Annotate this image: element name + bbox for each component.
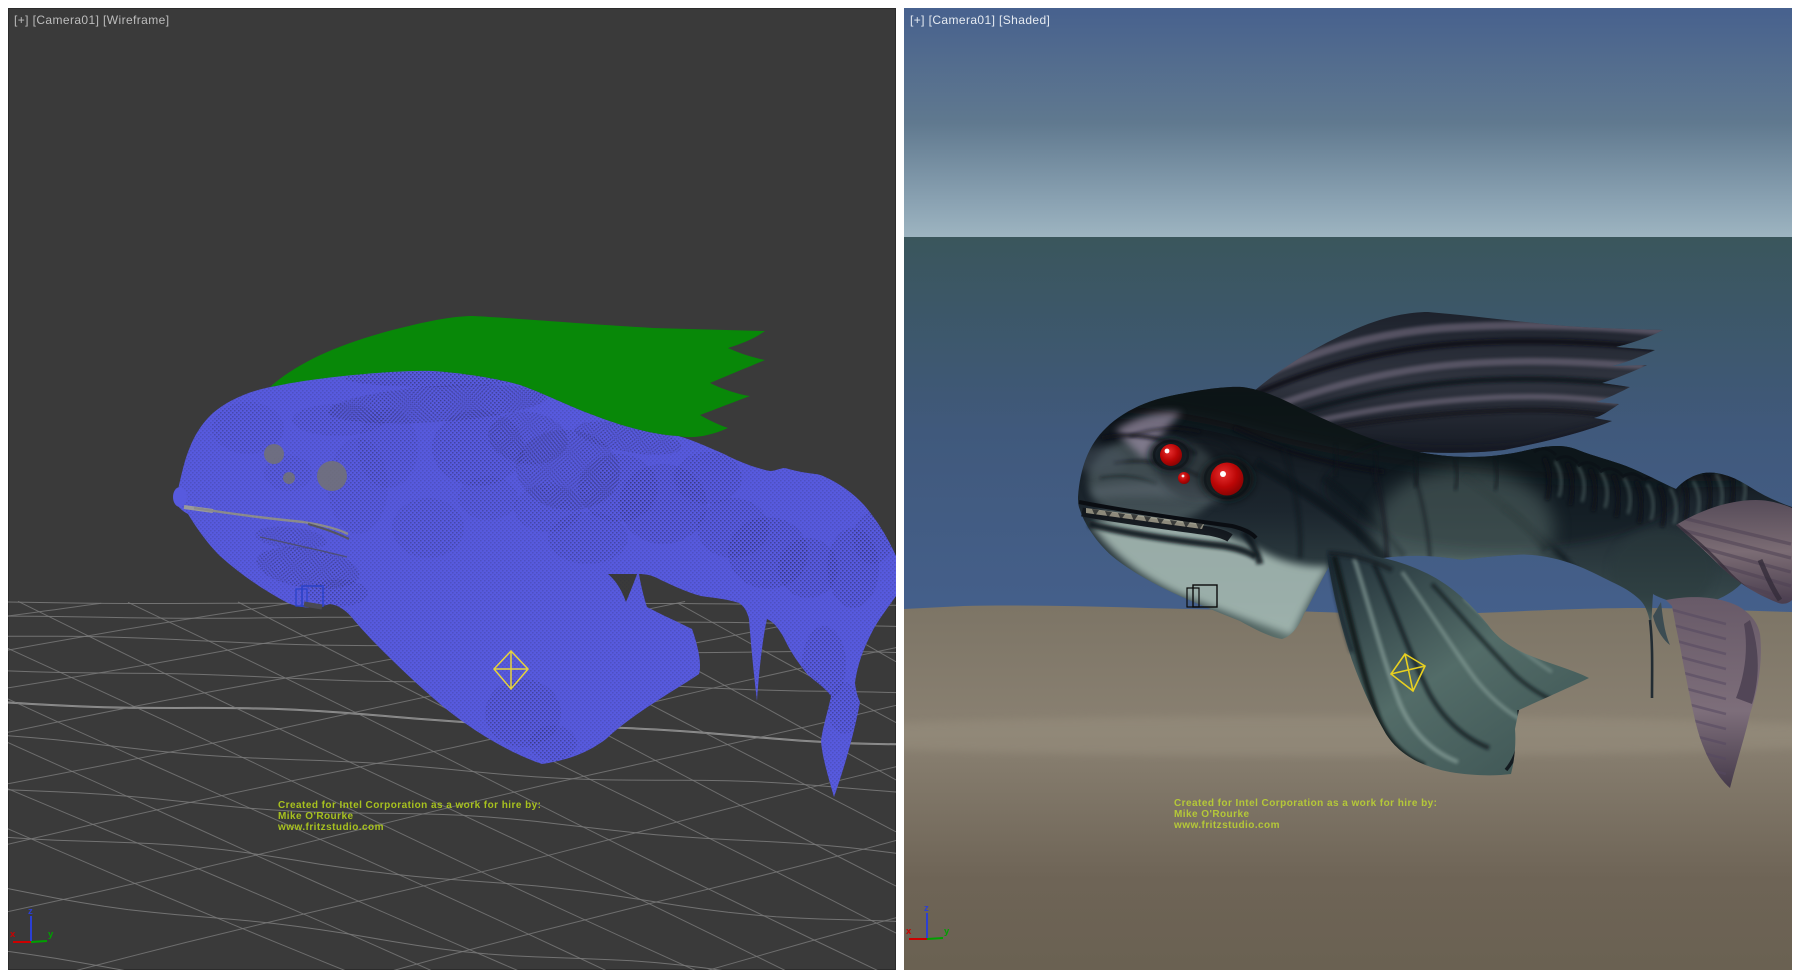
svg-text:www.fritzstudio.com: www.fritzstudio.com [277, 822, 384, 833]
svg-text:Created for Intel Corporation: Created for Intel Corporation as a work … [278, 800, 541, 811]
svg-text:Mike O'Rourke: Mike O'Rourke [1174, 809, 1249, 820]
svg-text:Mike O'Rourke: Mike O'Rourke [278, 811, 353, 822]
svg-text:x: x [10, 929, 16, 940]
svg-text:www.fritzstudio.com: www.fritzstudio.com [1173, 820, 1280, 831]
svg-text:y: y [944, 926, 950, 937]
svg-text:x: x [906, 926, 912, 937]
svg-text:y: y [48, 929, 54, 940]
svg-text:z: z [28, 906, 33, 917]
svg-text:Created for Intel Corporation: Created for Intel Corporation as a work … [1174, 798, 1437, 809]
svg-text:z: z [924, 903, 929, 914]
